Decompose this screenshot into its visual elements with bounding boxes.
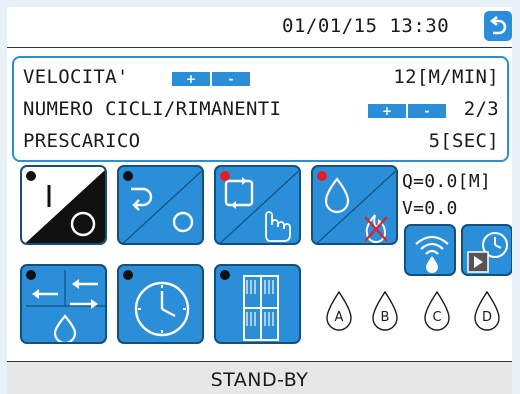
drop-c-selector[interactable]: C: [423, 290, 451, 332]
status-dot: [26, 171, 36, 181]
flow-quantity-readout: Q=0.0[M]: [402, 171, 492, 192]
status-dot: [220, 171, 230, 181]
manual-cycle-button[interactable]: [214, 165, 301, 245]
direction-button[interactable]: [20, 264, 107, 344]
wifi-drop-icon: [415, 235, 449, 273]
return-cycle-button[interactable]: [117, 165, 204, 245]
cycles-label: NUMERO CICLI/RIMANENTI: [23, 98, 282, 120]
speed-minus-button[interactable]: -: [210, 72, 250, 86]
speed-value: 12[M/MIN]: [393, 66, 499, 88]
status-dot: [220, 270, 230, 280]
predischarge-value: 5[SEC]: [428, 130, 499, 152]
status-dot: [123, 270, 133, 280]
drop-c-label: C: [432, 310, 442, 325]
timer-play-button[interactable]: [461, 224, 512, 276]
status-dot: [317, 171, 327, 181]
drop-d-label: D: [481, 310, 492, 325]
cycles-plus-button[interactable]: +: [368, 104, 406, 118]
status-bar: STAND-BY: [7, 361, 512, 394]
predischarge-label: PRESCARICO: [23, 130, 141, 152]
water-fire-button[interactable]: [311, 165, 398, 245]
back-button[interactable]: [484, 11, 512, 41]
speed-label: VELOCITA': [23, 66, 129, 88]
wireless-water-button[interactable]: [404, 224, 456, 276]
control-screen: 01/01/15 13:30 VELOCITA' + - 12[M/MIN] N…: [7, 7, 512, 394]
cycles-value: 2/3: [463, 98, 499, 120]
status-dot: [26, 270, 36, 280]
drop-b-label: B: [380, 310, 390, 325]
drop-b-selector[interactable]: B: [371, 290, 399, 332]
top-bar: 01/01/15 13:30: [7, 7, 512, 48]
speed-stepper[interactable]: + -: [172, 72, 250, 86]
timer-button[interactable]: [117, 264, 204, 344]
cycles-stepper[interactable]: + -: [368, 104, 446, 118]
cycles-minus-button[interactable]: -: [406, 104, 446, 118]
drop-a-label: A: [334, 310, 344, 325]
drop-d-selector[interactable]: D: [473, 290, 501, 332]
clock-play-icon: [467, 232, 508, 273]
rolls-button[interactable]: [214, 264, 301, 344]
back-arrow-icon: [489, 15, 507, 35]
power-toggle-button[interactable]: [20, 165, 107, 245]
status-dot: [123, 171, 133, 181]
datetime-display: 01/01/15 13:30: [282, 15, 450, 37]
velocity-readout: V=0.0: [402, 198, 458, 219]
parameters-panel: VELOCITA' + - 12[M/MIN] NUMERO CICLI/RIM…: [12, 56, 509, 162]
drop-a-selector[interactable]: A: [325, 290, 353, 332]
speed-plus-button[interactable]: +: [172, 72, 210, 86]
